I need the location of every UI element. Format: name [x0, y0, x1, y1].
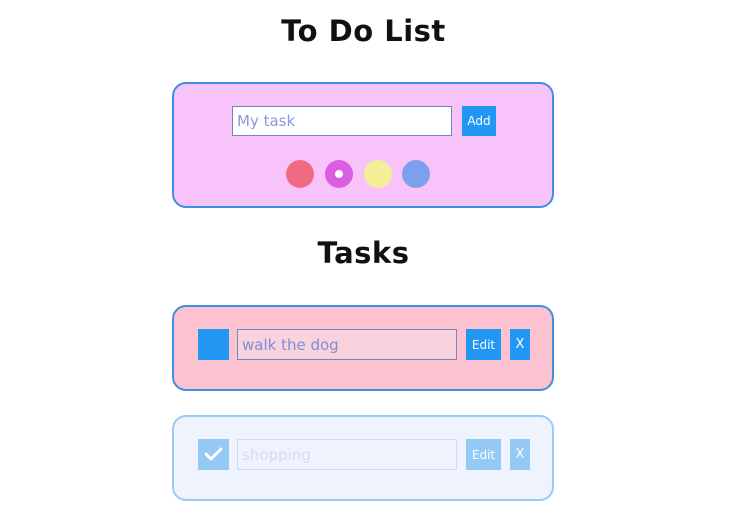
color-swatch-yellow[interactable]: [364, 160, 392, 188]
new-task-panel: Add: [172, 82, 554, 208]
new-task-input[interactable]: [232, 106, 452, 136]
task-item: Edit X: [172, 305, 554, 391]
edit-task-button[interactable]: Edit: [466, 439, 501, 470]
task-checkbox[interactable]: [198, 329, 229, 360]
task-item: Edit X: [172, 415, 554, 501]
tasks-heading: Tasks: [317, 236, 410, 270]
delete-task-button[interactable]: X: [510, 439, 530, 470]
task-text-field[interactable]: [237, 329, 457, 360]
task-checkbox[interactable]: [198, 439, 229, 470]
color-swatch-magenta[interactable]: [325, 160, 353, 188]
color-swatch-blue[interactable]: [402, 160, 430, 188]
task-text-field[interactable]: [237, 439, 457, 470]
checkmark-icon: [204, 447, 223, 461]
selected-indicator: [335, 170, 343, 178]
edit-task-button[interactable]: Edit: [466, 329, 501, 360]
page-title: To Do List: [281, 14, 446, 48]
color-swatch-red[interactable]: [286, 160, 314, 188]
todo-app: To Do List Add Tasks Edit X Edit X: [0, 0, 747, 526]
delete-task-button[interactable]: X: [510, 329, 530, 360]
add-task-button[interactable]: Add: [462, 106, 496, 136]
